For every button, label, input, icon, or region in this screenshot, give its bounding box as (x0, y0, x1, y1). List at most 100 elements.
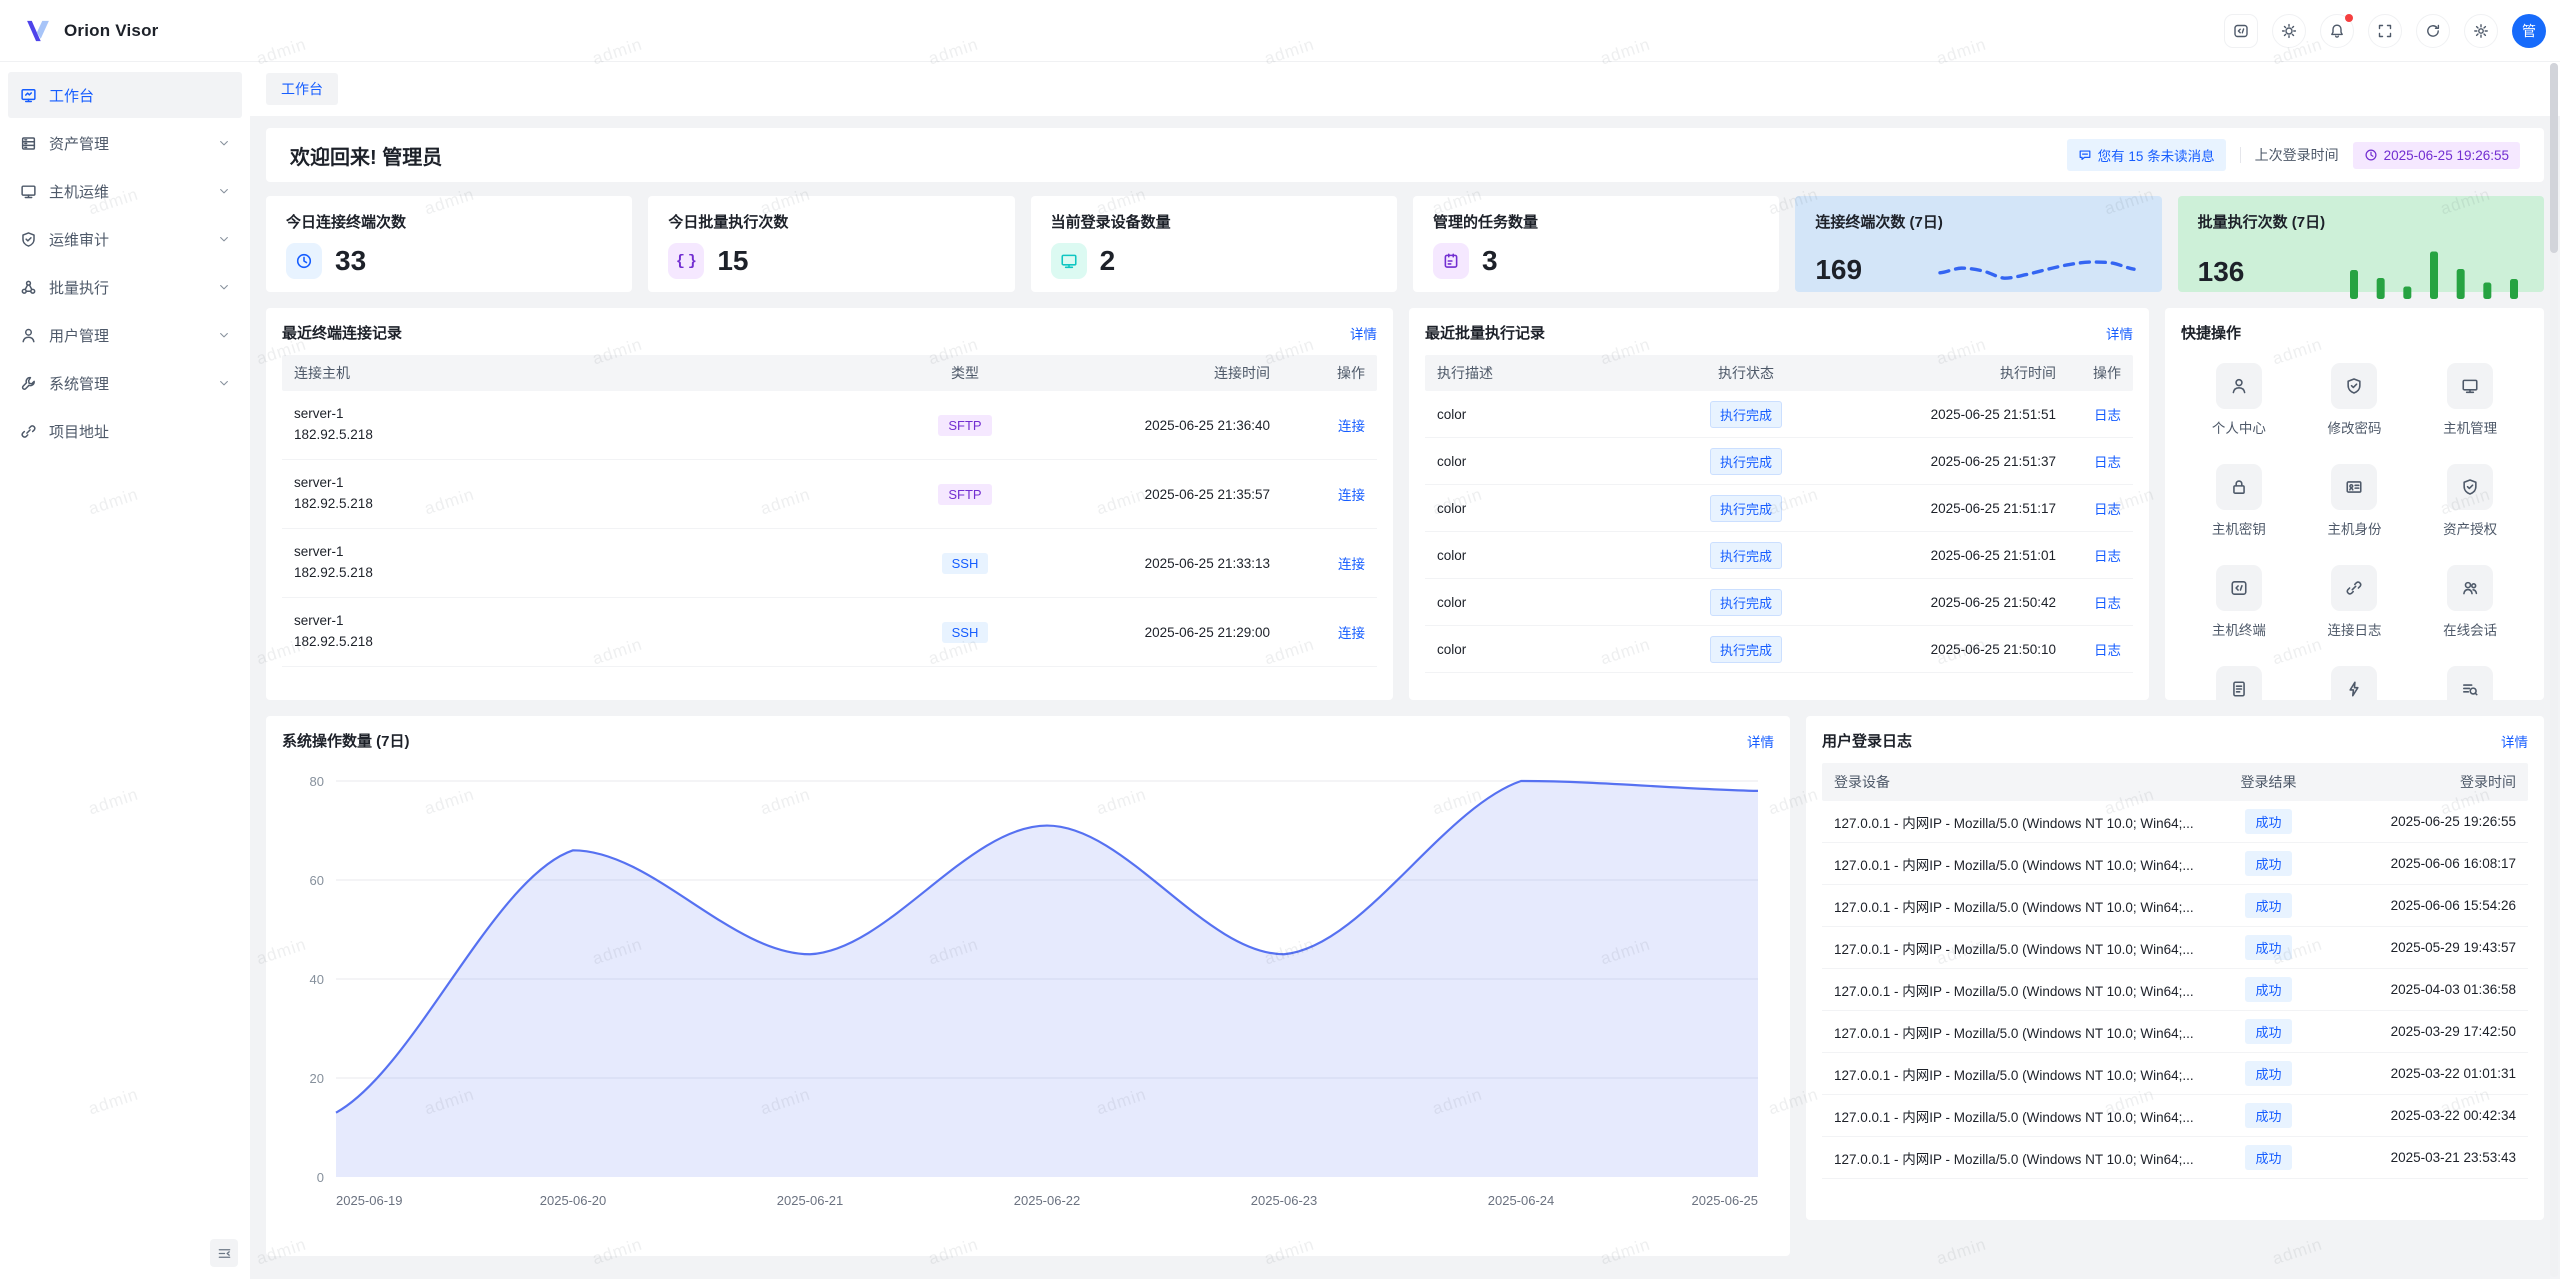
sidebar-item-host-ops[interactable]: 主机运维 (8, 168, 242, 214)
login-time: 2025-06-25 19:26:55 (2321, 814, 2516, 829)
sidebar-item-label: 主机运维 (49, 181, 109, 202)
quick-action-host-management[interactable]: 主机管理 (2412, 363, 2528, 437)
theme-toggle-button[interactable] (2272, 14, 2306, 48)
table-row: color 执行完成 2025-06-25 21:51:17 日志 (1425, 485, 2133, 532)
main-content: 工作台 欢迎回来! 管理员 您有 15 条未读消息 上次登录时间 2025-06… (250, 62, 2560, 1279)
breadcrumb: 工作台 (250, 62, 2560, 116)
table-row: color 执行完成 2025-06-25 21:50:42 日志 (1425, 579, 2133, 626)
panel-title: 用户登录日志 (1822, 730, 1912, 751)
result-badge: 成功 (2245, 1061, 2291, 1086)
stat-value: 3 (1482, 245, 1498, 277)
search-list-icon (2447, 666, 2493, 712)
table-header: 执行描述 执行状态 执行时间 操作 (1425, 355, 2133, 391)
sidebar-item-project-link[interactable]: 项目地址 (8, 408, 242, 454)
unread-messages-chip[interactable]: 您有 15 条未读消息 (2067, 139, 2226, 171)
connect-link[interactable]: 连接 (1338, 488, 1365, 503)
settings-button[interactable] (2464, 14, 2498, 48)
log-link[interactable]: 日志 (2094, 408, 2121, 423)
user-icon (2216, 363, 2262, 409)
log-link[interactable]: 日志 (2094, 502, 2121, 517)
log-link[interactable]: 日志 (2094, 643, 2121, 658)
svg-text:2025-06-24: 2025-06-24 (1488, 1193, 1555, 1208)
panel-title: 最近终端连接记录 (282, 322, 402, 343)
sidebar-item-audit[interactable]: 运维审计 (8, 216, 242, 262)
stat-title: 连接终端次数 (7日) (1815, 211, 2141, 232)
table-row: 127.0.0.1 - 内网IP - Mozilla/5.0 (Windows … (1822, 1137, 2528, 1179)
breadcrumb-item-workbench[interactable]: 工作台 (266, 73, 338, 105)
welcome-title: 欢迎回来! 管理员 (290, 141, 442, 170)
quick-action-label: 主机管理 (2412, 417, 2528, 437)
stat-value: 33 (335, 245, 366, 277)
code-button[interactable] (2224, 14, 2258, 48)
workbench-icon (20, 87, 37, 104)
exec-time: 2025-06-25 21:51:17 (1821, 501, 2056, 516)
log-link[interactable]: 日志 (2094, 455, 2121, 470)
quick-action-change-password[interactable]: 修改密码 (2297, 363, 2413, 437)
system-operations-chart: 0204060802025-06-192025-06-202025-06-212… (282, 763, 1772, 1223)
quick-action-personal-center[interactable]: 个人中心 (2181, 363, 2297, 437)
stat-value: 15 (717, 245, 748, 277)
sidebar-item-users[interactable]: 用户管理 (8, 312, 242, 358)
lock-icon (2216, 464, 2262, 510)
last-login-time-chip: 2025-06-25 19:26:55 (2353, 142, 2520, 169)
sidebar-item-label: 用户管理 (49, 325, 109, 346)
chart-detail-link[interactable]: 详情 (1747, 731, 1774, 751)
quick-action-connection-logs[interactable]: 连接日志 (2297, 565, 2413, 639)
quick-action-label: 在线会话 (2412, 619, 2528, 639)
executions-detail-link[interactable]: 详情 (2106, 323, 2133, 343)
login-time: 2025-05-29 19:43:57 (2321, 940, 2516, 955)
connect-link[interactable]: 连接 (1338, 626, 1365, 641)
notifications-button[interactable] (2320, 14, 2354, 48)
quick-action-asset-authorization[interactable]: 资产授权 (2412, 464, 2528, 538)
recent-connections-panel: 最近终端连接记录 详情 连接主机 类型 连接时间 操作 server-1182.… (266, 308, 1393, 700)
svg-text:80: 80 (310, 774, 324, 789)
login-device: 127.0.0.1 - 内网IP - Mozilla/5.0 (Windows … (1834, 1064, 2216, 1084)
quick-action-host-terminal[interactable]: 主机终端 (2181, 565, 2297, 639)
sidebar-item-batch-exec[interactable]: 批量执行 (8, 264, 242, 310)
exec-time: 2025-06-25 21:50:10 (1821, 642, 2056, 657)
quick-action-host-keys[interactable]: 主机密钥 (2181, 464, 2297, 538)
quick-action-online-sessions[interactable]: 在线会话 (2412, 565, 2528, 639)
system-operations-panel: 系统操作数量 (7日) 详情 0204060802025-06-192025-0… (266, 716, 1790, 1256)
sidebar-item-system[interactable]: 系统管理 (8, 360, 242, 406)
chevron-down-icon (218, 281, 230, 293)
sidebar-item-assets[interactable]: 资产管理 (8, 120, 242, 166)
stat-title: 管理的任务数量 (1433, 211, 1759, 232)
quick-action-host-identity[interactable]: 主机身份 (2297, 464, 2413, 538)
column-header: 连接主机 (294, 363, 910, 383)
collapse-sidebar-button[interactable] (210, 1239, 238, 1267)
connect-link[interactable]: 连接 (1338, 419, 1365, 434)
status-badge: 执行完成 (1710, 448, 1782, 475)
table-row: 127.0.0.1 - 内网IP - Mozilla/5.0 (Windows … (1822, 969, 2528, 1011)
chevron-down-icon (218, 233, 230, 245)
stat-value: 136 (2198, 256, 2245, 288)
table-header: 连接主机 类型 连接时间 操作 (282, 355, 1377, 391)
id-card-icon (2331, 464, 2377, 510)
login-logs-panel: 用户登录日志 详情 登录设备 登录结果 登录时间 127.0.0.1 - 内网I… (1806, 716, 2544, 1220)
stat-value: 2 (1100, 245, 1116, 277)
sidebar-item-workbench[interactable]: 工作台 (8, 72, 242, 118)
connections-detail-link[interactable]: 详情 (1350, 323, 1377, 343)
host-name: server-1 (294, 404, 910, 425)
user-avatar[interactable]: 管 (2512, 14, 2546, 48)
lightning-icon (2331, 666, 2377, 712)
refresh-button[interactable] (2416, 14, 2450, 48)
fullscreen-button[interactable] (2368, 14, 2402, 48)
sidebar: 工作台 资产管理 主机运维 运维审计 批量执行 用户管理 系统管理 项目地址 (0, 62, 250, 1279)
scrollbar-thumb[interactable] (2550, 63, 2558, 253)
login-device: 127.0.0.1 - 内网IP - Mozilla/5.0 (Windows … (1834, 980, 2216, 1000)
login-logs-detail-link[interactable]: 详情 (2501, 731, 2528, 751)
connect-link[interactable]: 连接 (1338, 557, 1365, 572)
panel-title: 系统操作数量 (7日) (282, 730, 410, 751)
sidebar-item-label: 批量执行 (49, 277, 109, 298)
table-row: 127.0.0.1 - 内网IP - Mozilla/5.0 (Windows … (1822, 1053, 2528, 1095)
host-name: server-1 (294, 611, 910, 632)
result-badge: 成功 (2245, 809, 2291, 834)
svg-text:2025-06-23: 2025-06-23 (1251, 1193, 1318, 1208)
stat-card-terminal-today: 今日连接终端次数 33 (266, 196, 632, 292)
status-badge: 执行完成 (1710, 542, 1782, 569)
log-link[interactable]: 日志 (2094, 596, 2121, 611)
table-row: 127.0.0.1 - 内网IP - Mozilla/5.0 (Windows … (1822, 801, 2528, 843)
log-link[interactable]: 日志 (2094, 549, 2121, 564)
type-badge: SSH (942, 553, 989, 574)
